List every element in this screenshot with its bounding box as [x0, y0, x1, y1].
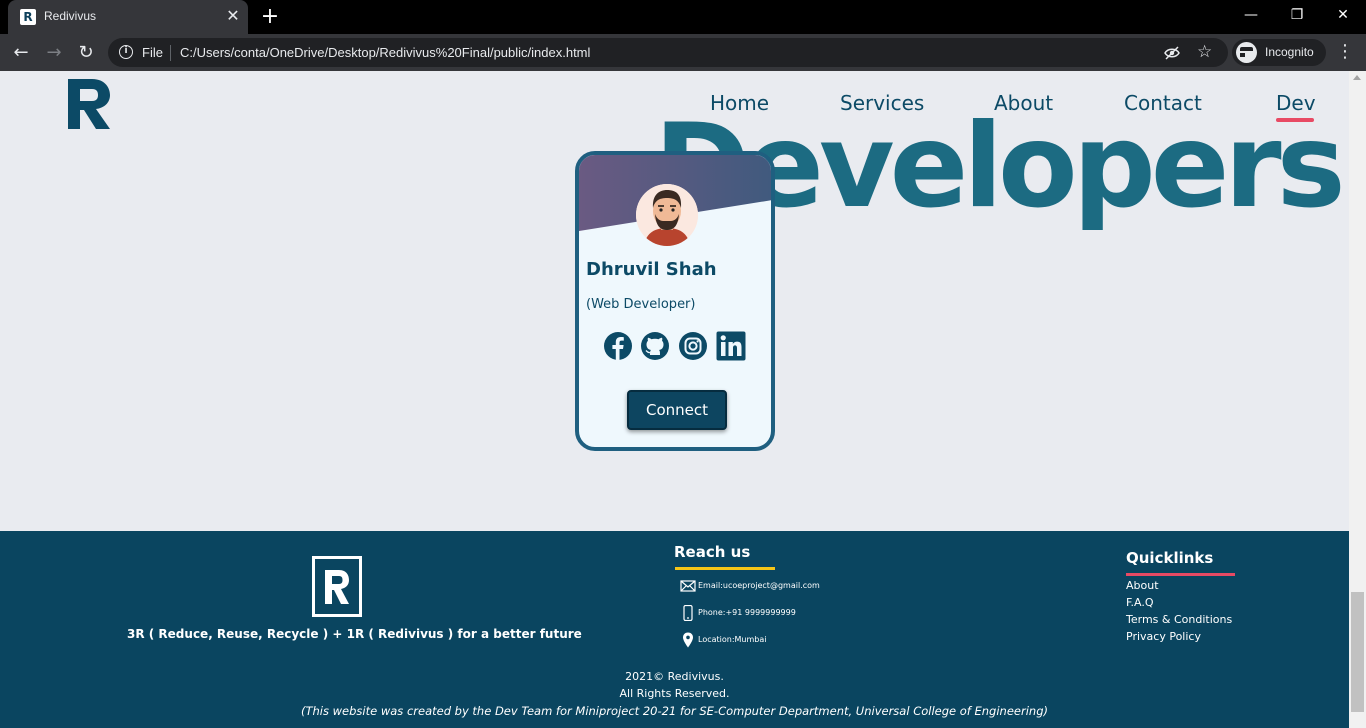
address-bar[interactable]: i File C:/Users/conta/OneDrive/Desktop/R…: [108, 38, 1228, 67]
incognito-label: Incognito: [1265, 45, 1314, 59]
page-scrollbar[interactable]: [1349, 71, 1366, 728]
quicklink-terms[interactable]: Terms & Conditions: [1126, 613, 1232, 626]
browser-toolbar: ← → ↻ i File C:/Users/conta/OneDrive/Des…: [0, 34, 1366, 71]
new-tab-button[interactable]: +: [258, 5, 282, 29]
page-viewport: Home Services About Contact Dev Develope…: [0, 71, 1349, 728]
close-window-icon[interactable]: ✕: [1328, 5, 1358, 25]
info-icon[interactable]: i: [119, 45, 133, 59]
kebab-menu-icon[interactable]: ⋮: [1336, 41, 1354, 65]
omnibox-divider: [170, 45, 171, 61]
quicklinks-underline: [1126, 573, 1235, 576]
minimize-icon[interactable]: —: [1236, 5, 1266, 25]
quicklink-privacy[interactable]: Privacy Policy: [1126, 630, 1201, 643]
connect-button[interactable]: Connect: [627, 390, 727, 430]
tab-close-icon[interactable]: ✕: [224, 7, 242, 25]
location-pin-icon: [683, 632, 693, 648]
browser-titlebar: Redivivus ✕ + — ❐ ✕: [0, 0, 1366, 34]
star-icon[interactable]: ☆: [1197, 42, 1212, 62]
footer-logo[interactable]: [312, 556, 362, 617]
quicklink-faq[interactable]: F.A.Q: [1126, 596, 1154, 609]
footer-tagline: 3R ( Reduce, Reuse, Recycle ) + 1R ( Red…: [127, 627, 582, 641]
linkedin-icon[interactable]: [716, 331, 746, 361]
github-icon[interactable]: [640, 331, 670, 361]
footer-logo-icon: [325, 570, 349, 604]
contact-phone-text: Phone:+91 9999999999: [698, 608, 796, 617]
footer: 3R ( Reduce, Reuse, Recycle ) + 1R ( Red…: [0, 531, 1349, 728]
instagram-icon[interactable]: [678, 331, 708, 361]
scrollbar-thumb[interactable]: [1351, 592, 1364, 712]
developer-name: Dhruvil Shah: [586, 259, 717, 280]
contact-email-text: Email:ucoeproject@gmail.com: [698, 581, 820, 590]
copyright-text: 2021© Redivivus.: [625, 670, 724, 683]
url-scheme: File: [142, 45, 163, 60]
incognito-icon: [1236, 42, 1263, 63]
phone-icon: [683, 605, 693, 621]
facebook-icon[interactable]: [603, 331, 633, 361]
url-text[interactable]: C:/Users/conta/OneDrive/Desktop/Redivivu…: [180, 45, 590, 60]
back-icon[interactable]: ←: [9, 41, 33, 65]
restore-icon[interactable]: ❐: [1282, 5, 1312, 25]
developer-card: Dhruvil Shah (Web Developer) Connect: [575, 151, 775, 451]
contact-location-text: Location:Mumbai: [698, 635, 767, 644]
avatar: [636, 184, 698, 246]
scroll-up-icon[interactable]: [1353, 75, 1361, 80]
redivivus-logo[interactable]: [66, 77, 112, 131]
forward-icon[interactable]: →: [42, 41, 66, 65]
quicklink-about[interactable]: About: [1126, 579, 1159, 592]
reload-icon[interactable]: ↻: [74, 41, 98, 65]
incognito-badge[interactable]: Incognito: [1232, 39, 1326, 66]
rights-text: All Rights Reserved.: [619, 687, 730, 700]
developer-role: (Web Developer): [586, 297, 696, 312]
reach-us-heading: Reach us: [674, 543, 751, 561]
favicon-icon: [20, 9, 36, 25]
credit-text: (This website was created by the Dev Tea…: [301, 704, 1048, 718]
browser-tab[interactable]: Redivivus ✕: [8, 0, 248, 34]
tab-title: Redivivus: [44, 9, 97, 23]
quicklinks-heading: Quicklinks: [1126, 549, 1214, 567]
mail-icon: [680, 580, 696, 592]
eye-off-icon[interactable]: [1164, 45, 1180, 61]
reach-us-underline: [675, 567, 775, 570]
